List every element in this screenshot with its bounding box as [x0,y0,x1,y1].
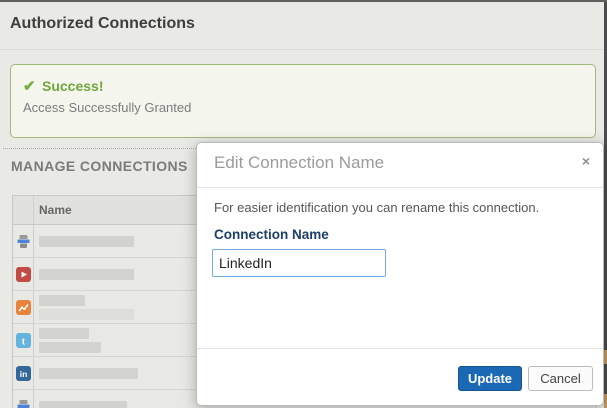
connection-name-input[interactable] [212,249,386,277]
webmaster-tools-icon [16,399,31,408]
success-alert: ✔ Success! Access Successfully Granted [10,64,596,138]
alert-title: Success! [42,78,103,94]
redacted-text-block [39,236,134,247]
svg-text:t: t [21,335,25,347]
webmaster-tools-icon [16,234,31,249]
edit-connection-name-dialog: Edit Connection Name × For easier identi… [196,142,604,406]
redacted-text-block [39,342,101,353]
connection-name-label: Connection Name [214,227,329,242]
svg-text:in: in [19,369,27,379]
youtube-icon [16,267,31,282]
linkedin-icon: in [16,366,31,381]
redacted-text-block [39,368,138,379]
redacted-text-block [39,269,134,280]
check-icon: ✔ [23,77,36,95]
dialog-description: For easier identification you can rename… [214,200,539,215]
dialog-header-divider [197,187,603,188]
authorized-connections-page: Authorized Connections ✔ Success! Access… [0,0,607,408]
manage-connections-heading: MANAGE CONNECTIONS [11,158,188,174]
redacted-text-block [39,401,127,408]
google-analytics-icon [16,300,31,315]
dialog-footer-divider [197,348,603,349]
redacted-text-block [39,295,85,306]
header-divider [0,49,607,50]
twitter-icon: t [16,333,31,348]
dialog-title: Edit Connection Name [214,153,384,173]
icon-column-header [13,196,34,224]
cancel-button[interactable]: Cancel [528,366,593,391]
close-icon[interactable]: × [582,154,590,168]
alert-message: Access Successfully Granted [23,100,191,115]
redacted-text-block [39,309,134,320]
page-title: Authorized Connections [10,15,195,33]
update-button[interactable]: Update [458,366,522,391]
redacted-text-block [39,328,89,339]
